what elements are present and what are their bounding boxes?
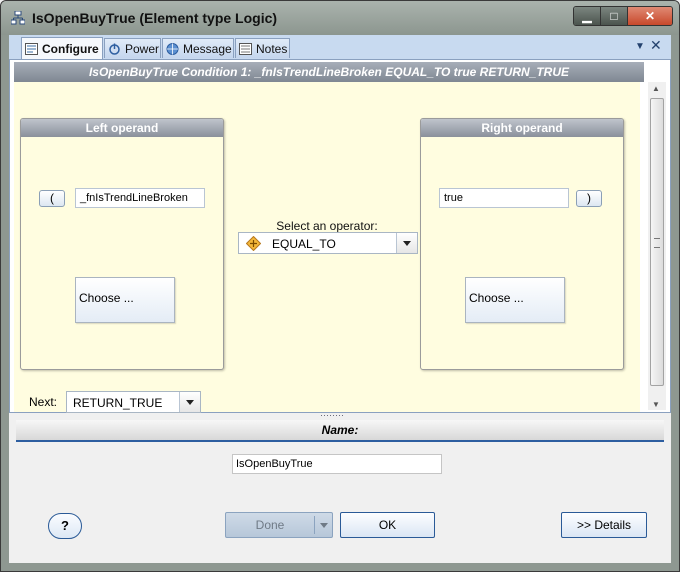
ok-button[interactable]: OK xyxy=(340,512,435,538)
scroll-up-icon[interactable]: ▲ xyxy=(652,84,660,93)
tab-strip: Configure Power Message Notes ▼ ✕ xyxy=(9,35,671,59)
tab-power[interactable]: Power xyxy=(104,38,161,58)
scroll-down-icon[interactable]: ▼ xyxy=(652,400,660,409)
name-header: Name: xyxy=(16,420,664,442)
notes-icon xyxy=(239,42,252,55)
details-button[interactable]: >> Details xyxy=(561,512,647,538)
tab-close-icon[interactable]: ✕ xyxy=(650,37,662,54)
right-operand-panel: Right operand true ) Choose ... xyxy=(420,118,624,370)
tab-power-label: Power xyxy=(125,41,160,56)
name-field[interactable]: IsOpenBuyTrue xyxy=(232,454,442,474)
operator-value: EQUAL_TO xyxy=(272,237,336,251)
window-title: IsOpenBuyTrue (Element type Logic) xyxy=(32,10,278,26)
done-button[interactable]: Done xyxy=(225,512,333,538)
next-value: RETURN_TRUE xyxy=(73,396,163,410)
tab-message-label: Message xyxy=(183,41,232,56)
close-paren-button[interactable]: ) xyxy=(576,190,602,207)
next-label: Next: xyxy=(29,395,58,409)
configure-icon xyxy=(25,42,38,55)
left-operand-field[interactable]: _fnIsTrendLineBroken xyxy=(75,188,205,208)
dialog-window: IsOpenBuyTrue (Element type Logic) ▁ □ ✕… xyxy=(0,0,680,572)
vertical-scrollbar[interactable]: ▲ ▼ xyxy=(648,82,666,410)
tab-configure-label: Configure xyxy=(42,41,99,56)
operator-dropdown-icon[interactable] xyxy=(396,233,417,253)
done-dropdown-icon[interactable] xyxy=(314,516,334,534)
left-operand-panel: Left operand ( _fnIsTrendLineBroken Choo… xyxy=(20,118,224,370)
scrollbar-thumb[interactable] xyxy=(650,98,664,386)
tab-configure[interactable]: Configure xyxy=(21,37,103,59)
window-controls: ▁ □ ✕ xyxy=(573,6,673,26)
next-dropdown-icon[interactable] xyxy=(179,392,200,412)
dialog-client: Configure Power Message Notes ▼ ✕ IsOpen… xyxy=(9,35,671,563)
condition-header: IsOpenBuyTrue Condition 1: _fnIsTrendLin… xyxy=(14,62,644,82)
operator-icon xyxy=(246,236,261,251)
left-operand-title: Left operand xyxy=(21,119,223,137)
maximize-button[interactable]: □ xyxy=(601,7,628,25)
left-choose-button[interactable]: Choose ... xyxy=(75,277,175,323)
name-section: Name: IsOpenBuyTrue ? Done OK >> Details xyxy=(9,419,671,563)
configure-pane: IsOpenBuyTrue Condition 1: _fnIsTrendLin… xyxy=(9,59,671,413)
next-select[interactable]: RETURN_TRUE xyxy=(66,391,201,413)
done-button-label: Done xyxy=(255,518,285,532)
close-button[interactable]: ✕ xyxy=(628,7,672,25)
power-icon xyxy=(109,43,120,55)
title-bar[interactable]: IsOpenBuyTrue (Element type Logic) ▁ □ ✕ xyxy=(1,1,679,35)
right-operand-title: Right operand xyxy=(421,119,623,137)
operator-select[interactable]: EQUAL_TO xyxy=(238,232,418,254)
splitter-grip-icon: ········ xyxy=(320,410,344,420)
help-button[interactable]: ? xyxy=(48,513,82,539)
right-operand-field[interactable]: true xyxy=(439,188,569,208)
message-icon xyxy=(166,42,179,55)
scrollbar-grip-icon xyxy=(654,238,660,248)
right-choose-button[interactable]: Choose ... xyxy=(465,277,565,323)
tab-notes[interactable]: Notes xyxy=(235,38,290,58)
tab-menu-arrow-icon[interactable]: ▼ xyxy=(635,41,645,52)
condition-canvas: Left operand ( _fnIsTrendLineBroken Choo… xyxy=(14,82,640,413)
tab-message[interactable]: Message xyxy=(162,38,234,58)
hierarchy-icon xyxy=(11,11,25,25)
minimize-button[interactable]: ▁ xyxy=(574,7,601,25)
tab-notes-label: Notes xyxy=(256,41,288,56)
open-paren-button[interactable]: ( xyxy=(39,190,65,207)
